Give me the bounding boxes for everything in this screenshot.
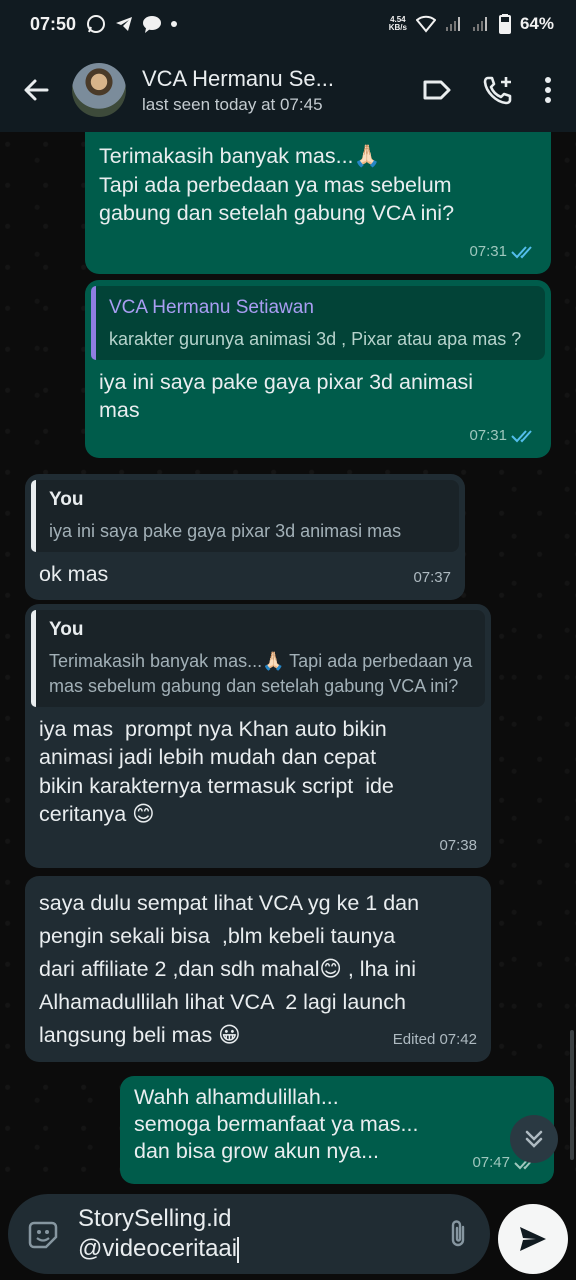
scrollbar[interactable] [570, 1030, 574, 1160]
chat-notification-icon [143, 16, 162, 33]
avatar[interactable] [72, 63, 126, 117]
message-line: iya ini saya pake gaya pixar 3d animasi [99, 369, 474, 394]
read-tick-icon [511, 246, 532, 259]
message-meta: 07:31 [469, 238, 537, 267]
arrow-left-icon [24, 79, 49, 101]
more-vertical-icon[interactable] [544, 76, 552, 104]
double-chevron-down-icon [525, 1130, 543, 1148]
message-line: semoga bermanfaat ya mas... [134, 1112, 419, 1136]
quoted-sender: You [49, 489, 84, 510]
quoted-message[interactable]: You iya ini saya pake gaya pixar 3d anim… [31, 480, 459, 552]
message-time: 07:37 [413, 568, 451, 586]
outgoing-message[interactable]: Terimakasih banyak mas...🙏🏻 Tapi ada per… [85, 132, 551, 274]
chat-header: VCA Hermanu Se... last seen today at 07:… [0, 48, 576, 132]
message-time: 07:47 [472, 1154, 510, 1171]
signal-icon [445, 17, 460, 31]
message-line: bikin karakternya termasuk script ide [39, 773, 394, 798]
message-time: 07:31 [469, 242, 507, 260]
message-line: Alhamadullilah lihat VCA 2 lagi launch [39, 990, 406, 1014]
message-meta: 07:31 [469, 422, 537, 451]
battery-percent: 64% [519, 14, 554, 33]
wifi-icon [415, 15, 436, 33]
network-speed: 4.54 KB/s [389, 16, 407, 32]
read-tick-icon [511, 430, 532, 443]
status-time: 07:50 [30, 13, 77, 34]
quoted-message[interactable]: VCA Hermanu Setiawan karakter gurunya an… [91, 286, 545, 360]
quoted-text: Terimakasih banyak mas...🙏🏻 Tapi ada per… [49, 650, 473, 696]
message-line: pengin sekali bisa ,blm kebeli taunya [39, 924, 396, 948]
message-line: Wahh alhamdulillah... [134, 1085, 339, 1109]
message-time: Edited 07:42 [392, 1030, 477, 1048]
send-button[interactable] [498, 1204, 568, 1274]
quoted-text: karakter gurunya animasi 3d , Pixar atau… [109, 328, 522, 349]
chat-area[interactable]: Terimakasih banyak mas...🙏🏻 Tapi ada per… [0, 132, 576, 1190]
telegram-icon [116, 17, 133, 31]
paperclip-icon[interactable] [446, 1218, 470, 1250]
outgoing-message[interactable]: Wahh alhamdulillah... semoga bermanfaat … [120, 1076, 554, 1184]
label-icon[interactable] [422, 78, 452, 102]
back-button[interactable] [0, 76, 72, 104]
incoming-message[interactable]: saya dulu sempat lihat VCA yg ke 1 dan p… [25, 876, 491, 1062]
message-line: gabung dan setelah gabung VCA ini? [99, 201, 455, 225]
text-caret [237, 1236, 240, 1263]
send-icon [520, 1227, 546, 1251]
message-line: dari affiliate 2 ,dan sdh mahal😊 , lha i… [39, 957, 416, 981]
message-line: Terimakasih banyak mas...🙏🏻 [99, 144, 381, 168]
input-line: StorySelling.id [78, 1205, 232, 1232]
quoted-message[interactable]: You Terimakasih banyak mas...🙏🏻 Tapi ada… [31, 610, 485, 707]
message-input-container: StorySelling.id @videoceritaai [8, 1194, 490, 1274]
message-line: saya dulu sempat lihat VCA yg ke 1 dan [39, 891, 420, 915]
message-time: 07:31 [469, 426, 507, 444]
signal-icon-2 [472, 17, 487, 31]
quoted-sender: VCA Hermanu Setiawan [109, 297, 314, 318]
whatsapp-icon [87, 15, 106, 33]
more-notifications-dot-icon [171, 21, 178, 27]
message-line: Tapi ada perbedaan ya mas sebelum [99, 172, 452, 197]
quoted-text: iya ini saya pake gaya pixar 3d animasi … [49, 520, 402, 541]
add-call-icon[interactable] [482, 74, 514, 106]
composer: StorySelling.id @videoceritaai [0, 1190, 576, 1280]
message-line: mas [99, 398, 140, 422]
message-input[interactable]: StorySelling.id @videoceritaai [78, 1204, 446, 1264]
message-line: ok mas [39, 561, 109, 586]
emoji-icon[interactable] [28, 1219, 58, 1249]
outgoing-message[interactable]: VCA Hermanu Setiawan karakter gurunya an… [85, 280, 551, 458]
status-bar: 07:50 4.54 KB/s 64% [0, 0, 576, 48]
battery-icon [498, 14, 511, 34]
scroll-to-bottom-button[interactable] [510, 1115, 558, 1163]
incoming-message[interactable]: You iya ini saya pake gaya pixar 3d anim… [25, 474, 465, 600]
message-meta: Edited 07:42 [393, 1026, 477, 1055]
message-meta: 07:38 [439, 832, 477, 861]
contact-name: VCA Hermanu Se... [142, 65, 334, 91]
message-line: iya mas prompt nya Khan auto bikin [39, 716, 387, 741]
message-line: animasi jadi lebih mudah dan cepat [39, 745, 377, 769]
input-line: @videoceritaai [78, 1235, 238, 1262]
message-line: ceritanya 😊 [39, 802, 155, 826]
quoted-sender: You [49, 619, 84, 640]
message-meta: 07:37 [413, 564, 451, 593]
network-speed-unit: KB/s [388, 23, 407, 32]
message-time: 07:38 [439, 836, 477, 854]
contact-info[interactable]: VCA Hermanu Se... last seen today at 07:… [142, 66, 422, 115]
last-seen: last seen today at 07:45 [142, 94, 323, 114]
incoming-message[interactable]: You Terimakasih banyak mas...🙏🏻 Tapi ada… [25, 604, 491, 868]
